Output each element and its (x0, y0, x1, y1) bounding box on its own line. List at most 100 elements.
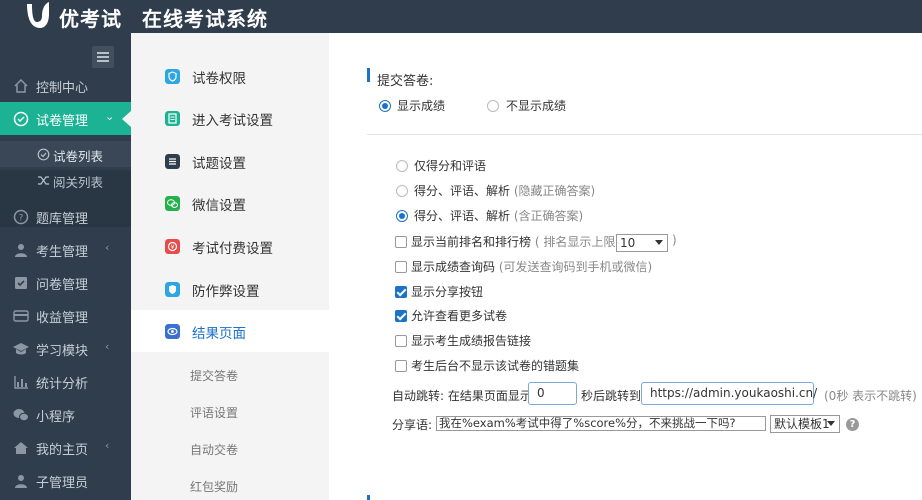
hide-score-radio[interactable] (487, 100, 499, 112)
report-link-checkbox[interactable] (395, 335, 407, 347)
sidebar-item-survey-management[interactable]: 问卷管理 (0, 266, 131, 299)
ranking-checkbox[interactable] (395, 236, 407, 248)
help-icon[interactable]: ? (846, 418, 859, 431)
sidebar-item-question-bank[interactable]: ? 题库管理 (0, 200, 131, 233)
sidebar-item-my-homepage[interactable]: 我的主页 ‹ (0, 431, 131, 464)
chevron-down-icon: ⌄ (105, 110, 115, 123)
more-exams-label: 允许查看更多试卷 (411, 309, 508, 323)
result-option-radio[interactable] (396, 210, 408, 222)
checkbox-icon (15, 277, 27, 289)
ranking-label: 显示当前排名和排行榜 ( 排名显示上限 (411, 235, 616, 249)
result-option-radio[interactable] (396, 185, 408, 197)
result-option-radio[interactable] (396, 160, 408, 172)
home-icon (14, 78, 28, 93)
query-code-label: 显示成绩查询码 (可发送查询码到手机或微信) (411, 260, 653, 274)
report-link-label: 显示考生成绩报告链接 (411, 334, 532, 348)
sidebar: 控制中心 试卷管理 ⌄ 试卷列表 阅关列表 ? 题库管理 考生管理 ‹ 问卷管理… (0, 33, 131, 500)
document-icon (165, 111, 180, 126)
sidebar-item-statistics[interactable]: 统计分析 (0, 365, 131, 398)
result-option-label: 仅得分和评语 (414, 159, 487, 173)
settings-item-exam-permissions[interactable]: 试卷权限 (131, 55, 329, 97)
share-text-input[interactable]: 我在%exam%考试中得了%score%分，不来挑战一下吗? (436, 416, 766, 431)
section-title: 提交答卷: (377, 74, 434, 89)
query-code-checkbox[interactable] (395, 261, 407, 273)
settings-subitem-comments[interactable]: 评语设置 (190, 404, 238, 421)
check-circle-icon (13, 111, 29, 127)
share-button-checkbox[interactable] (395, 286, 407, 298)
settings-subitem-red-packet[interactable]: 红包奖励 (190, 478, 238, 495)
sidebar-subitem-exam-list[interactable]: 试卷列表 (0, 141, 131, 167)
sidebar-item-label: 小程序 (36, 410, 76, 425)
sidebar-item-label: 问卷管理 (36, 278, 89, 293)
sidebar-item-label: 学习模块 (36, 344, 89, 359)
settings-item-label: 防作弊设置 (192, 284, 260, 300)
redirect-seconds-input[interactable]: 0 (528, 382, 577, 405)
sidebar-item-label: 控制中心 (36, 81, 89, 96)
sidebar-item-revenue-management[interactable]: 收益管理 (0, 299, 131, 332)
sidebar-item-label: 统计分析 (36, 377, 89, 392)
result-option-label: 得分、评语、解析 (隐藏正确答案) (414, 184, 596, 198)
chevron-left-icon: ‹ (105, 439, 110, 452)
chevron-down-icon (655, 240, 663, 245)
ranking-limit-value: 10 (620, 236, 636, 250)
more-exams-checkbox[interactable] (395, 310, 407, 322)
result-option-label: 得分、评语、解析 (含正确答案) (414, 209, 584, 223)
section-marker (367, 68, 370, 82)
divider (367, 134, 922, 135)
settings-subitem-auto-submit[interactable]: 自动交卷 (190, 441, 238, 458)
settings-item-label: 结果页面 (192, 326, 246, 342)
logo-icon (27, 2, 49, 28)
hide-mistakes-checkbox[interactable] (395, 360, 407, 372)
ranking-hint: ( 排名显示上限 (534, 235, 616, 249)
wechat-icon (13, 409, 29, 422)
section-marker (367, 495, 370, 500)
settings-item-anti-cheat[interactable]: 防作弊设置 (131, 268, 329, 310)
sidebar-subitem-label: 阅关列表 (53, 175, 104, 190)
menu-toggle-icon[interactable] (92, 46, 114, 68)
user-icon (15, 244, 27, 257)
shield-check-icon (165, 282, 180, 297)
redirect-url-input[interactable]: https://admin.youkaoshi.cn/ (641, 382, 817, 405)
ranking-limit-select[interactable]: 10 (616, 234, 668, 252)
settings-item-label: 进入考试设置 (192, 113, 273, 129)
share-text-label: 分享语: (392, 418, 433, 432)
question-circle-icon: ? (13, 209, 29, 225)
share-template-value: 默认模板1 (774, 417, 830, 431)
sidebar-item-label: 考生管理 (36, 245, 89, 260)
sidebar-subitem-review-list[interactable]: 阅关列表 (0, 167, 131, 193)
sidebar-item-sub-admins[interactable]: 子管理员 (0, 464, 131, 497)
settings-item-payment[interactable]: ¥ 考试付费设置 (131, 225, 329, 267)
sidebar-item-learning-module[interactable]: 学习模块 ‹ (0, 332, 131, 365)
settings-item-question-settings[interactable]: 试题设置 (131, 140, 329, 182)
active-indicator (122, 111, 131, 127)
settings-item-enter-exam[interactable]: 进入考试设置 (131, 97, 329, 139)
sidebar-item-mini-program[interactable]: 小程序 (0, 398, 131, 431)
credit-card-icon (13, 310, 29, 322)
hide-mistakes-label: 考生后台不显示该试卷的错题集 (411, 359, 580, 373)
sidebar-item-exam-management[interactable]: 试卷管理 ⌄ (0, 102, 131, 135)
system-name: 在线考试系统 (142, 7, 268, 31)
sidebar-item-dashboard[interactable]: 控制中心 (0, 69, 131, 102)
settings-menu: 试卷权限 进入考试设置 试题设置 微信设置 ¥ 考试付费设置 防作弊设置 结果页… (131, 33, 329, 500)
svg-text:¥: ¥ (171, 244, 175, 251)
settings-item-label: 试题设置 (192, 156, 246, 172)
sidebar-item-examinee-management[interactable]: 考生管理 ‹ (0, 233, 131, 266)
top-bar: 优考试 在线考试系统 (0, 0, 922, 33)
eye-icon (165, 324, 180, 339)
chevron-left-icon: ‹ (105, 340, 110, 353)
settings-item-result-page[interactable]: 结果页面 (131, 310, 329, 352)
list-icon (165, 154, 180, 169)
settings-subitem-submit[interactable]: 提交答卷 (190, 367, 238, 384)
show-score-radio[interactable] (379, 100, 391, 112)
money-icon: ¥ (165, 239, 180, 254)
user-icon (15, 475, 27, 488)
share-template-select[interactable]: 默认模板1 (770, 415, 840, 433)
redirect-label: 自动跳转: 在结果页面显示 (392, 389, 532, 403)
result-option-hint: (隐藏正确答案) (513, 184, 596, 198)
settings-item-label: 考试付费设置 (192, 241, 273, 257)
sidebar-item-label: 我的主页 (36, 443, 89, 458)
hide-score-label: 不显示成绩 (506, 99, 567, 113)
settings-item-label: 试卷权限 (192, 71, 246, 87)
wechat-icon (165, 196, 180, 211)
settings-item-wechat[interactable]: 微信设置 (131, 182, 329, 224)
